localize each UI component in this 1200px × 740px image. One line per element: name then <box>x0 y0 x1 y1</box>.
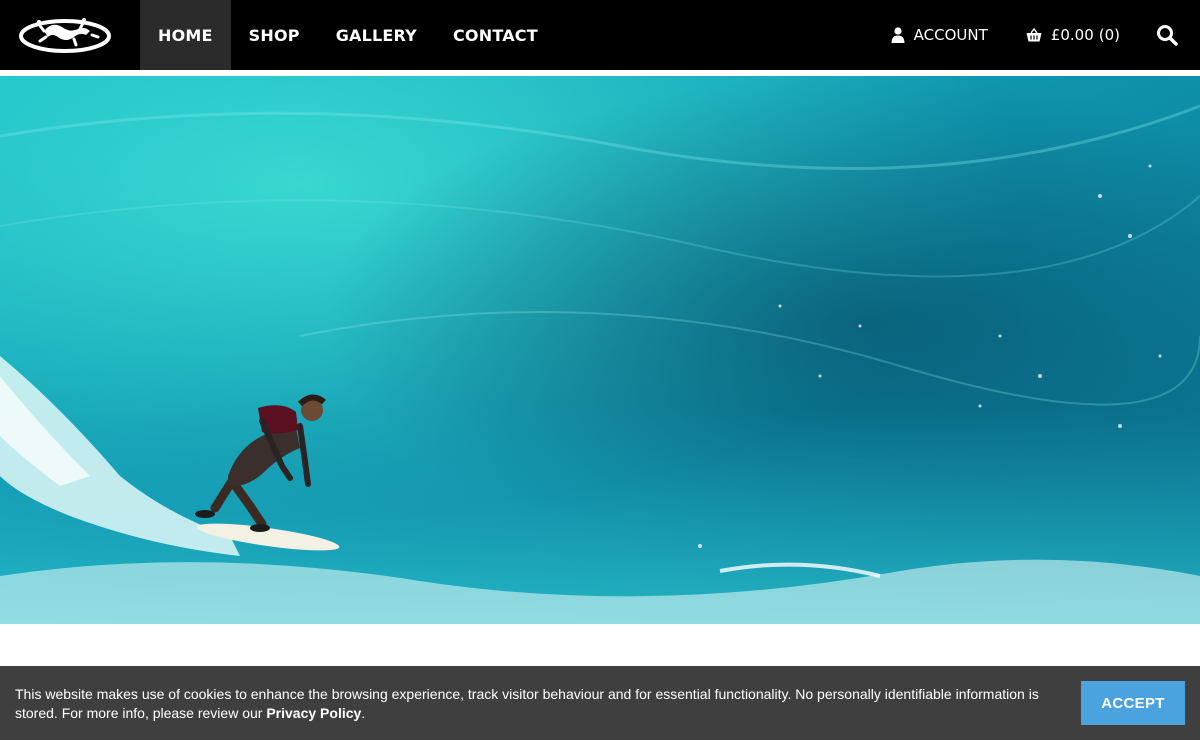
cookie-text: This website makes use of cookies to enh… <box>15 686 1039 721</box>
user-icon <box>891 27 905 43</box>
nav-contact[interactable]: CONTACT <box>435 0 556 70</box>
gecko-logo-icon[interactable] <box>18 11 112 59</box>
header-tools: ACCOUNT £0.00 (0) <box>891 0 1200 70</box>
cart-total: £0.00 <box>1050 26 1094 44</box>
cart-count: (0) <box>1098 26 1120 44</box>
hero-image <box>0 76 1200 624</box>
privacy-policy-link[interactable]: Privacy Policy <box>266 705 361 721</box>
nav-shop[interactable]: SHOP <box>231 0 318 70</box>
basket-icon <box>1026 28 1042 42</box>
nav-home[interactable]: HOME <box>140 0 231 70</box>
cookie-banner: This website makes use of cookies to enh… <box>0 666 1200 740</box>
cart-link[interactable]: £0.00 (0) <box>1026 26 1120 44</box>
search-icon <box>1157 25 1178 46</box>
cookie-suffix: . <box>361 705 366 721</box>
main-nav: HOME SHOP GALLERY CONTACT <box>140 0 556 70</box>
cookie-message: This website makes use of cookies to enh… <box>15 685 1055 723</box>
search-button[interactable] <box>1156 24 1178 46</box>
site-header: HOME SHOP GALLERY CONTACT ACCOUNT £0.00 … <box>0 0 1200 70</box>
accept-cookies-button[interactable]: ACCEPT <box>1081 681 1185 725</box>
nav-gallery[interactable]: GALLERY <box>318 0 435 70</box>
account-label: ACCOUNT <box>913 26 988 44</box>
account-link[interactable]: ACCOUNT <box>891 26 988 44</box>
